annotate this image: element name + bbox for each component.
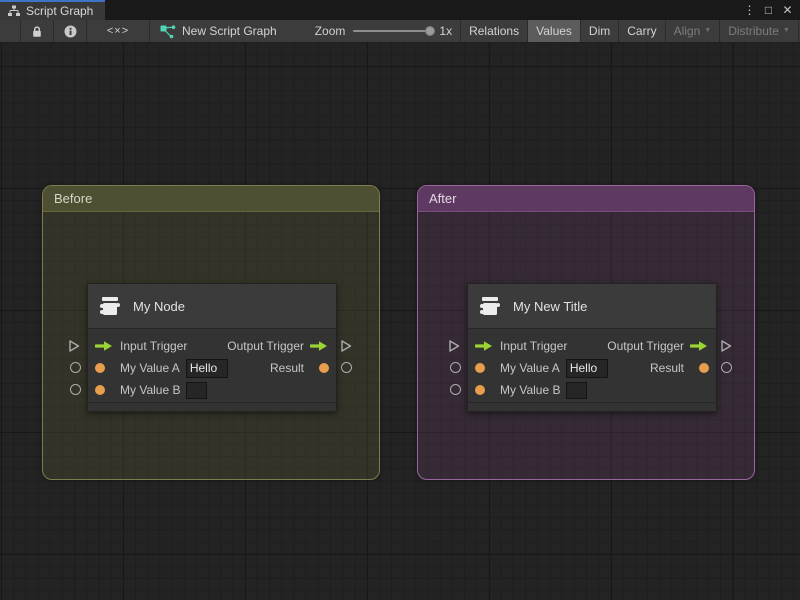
node-after-title: My New Title — [513, 298, 588, 314]
before-output-flow-port-triangle[interactable] — [340, 339, 353, 353]
port-label: Output Trigger — [227, 339, 304, 353]
port-row: My Value A Result — [468, 357, 716, 379]
graph-asset-button[interactable]: New Script Graph — [150, 20, 287, 42]
script-graph-icon — [160, 24, 176, 38]
script-graph-window: Script Graph ⋮ □ ✕ <×> New Script Graph … — [0, 0, 800, 600]
graph-hierarchy-icon — [8, 5, 20, 16]
toolbar-button-dim[interactable]: Dim — [579, 20, 618, 42]
value-port-dot-icon[interactable] — [475, 363, 494, 373]
group-before-header[interactable]: Before — [43, 186, 379, 212]
zoom-value: 1x — [439, 24, 453, 38]
value-port-dot-icon[interactable] — [95, 385, 114, 395]
port-row: My Value B — [468, 379, 716, 401]
tab-bar: Script Graph ⋮ □ ✕ — [0, 0, 800, 20]
group-before-title: Before — [54, 191, 93, 206]
toolbar-button-values[interactable]: Values — [527, 20, 580, 42]
toolbar-button-relations[interactable]: Relations — [460, 20, 527, 42]
after-output-flow-port-triangle[interactable] — [720, 339, 733, 353]
zoom-label: Zoom — [314, 24, 346, 38]
value-port-dot-icon[interactable] — [690, 363, 709, 373]
value-b-input[interactable] — [566, 381, 588, 399]
zoom-control: Zoom 1x — [315, 24, 452, 38]
code-view-button[interactable]: <×> — [87, 20, 149, 42]
button-label: Values — [536, 24, 572, 38]
close-icon[interactable]: ✕ — [780, 3, 795, 17]
value-b-input[interactable] — [186, 381, 208, 399]
port-label: My Value A — [120, 361, 180, 375]
port-row: Input Trigger Output Trigger — [88, 335, 336, 357]
node-before-title: My Node — [133, 298, 186, 314]
value-a-input[interactable] — [565, 358, 608, 378]
tab-script-graph[interactable]: Script Graph — [0, 0, 106, 20]
port-row: My Value A Result — [88, 357, 336, 379]
output-trigger-arrow-icon[interactable] — [310, 340, 329, 352]
graph-toolbar: <×> New Script Graph Zoom 1x Relations V… — [0, 20, 800, 43]
port-label: My Value A — [500, 361, 560, 375]
window-controls: ⋮ □ ✕ — [742, 0, 800, 20]
info-icon — [64, 25, 76, 37]
before-value-a-port-circle[interactable] — [70, 362, 81, 373]
zoom-slider[interactable] — [353, 26, 436, 36]
before-result-port-circle[interactable] — [341, 362, 352, 373]
before-input-flow-port-triangle[interactable] — [68, 339, 81, 353]
toolbar-button-distribute[interactable]: Distribute ▼ — [719, 20, 798, 42]
lock-button[interactable] — [21, 20, 53, 42]
port-label: Output Trigger — [607, 339, 684, 353]
button-label: Carry — [627, 24, 657, 38]
input-trigger-arrow-icon[interactable] — [475, 340, 494, 352]
port-label: Input Trigger — [500, 339, 568, 353]
node-footer — [468, 402, 716, 411]
after-value-b-port-circle[interactable] — [450, 384, 461, 395]
after-value-a-port-circle[interactable] — [450, 362, 461, 373]
zoom-slider-handle[interactable] — [425, 26, 436, 36]
toolbar-button-carry[interactable]: Carry — [618, 20, 664, 42]
unit-node-icon — [100, 297, 120, 315]
code-icon: <×> — [106, 25, 130, 37]
value-port-dot-icon[interactable] — [95, 363, 114, 373]
toolbar-button-align[interactable]: Align ▼ — [664, 20, 720, 42]
port-label: My Value B — [120, 383, 181, 397]
button-label: Dim — [588, 24, 611, 38]
toolbar-toggle-group: Relations Values Dim Carry Align ▼ Distr… — [460, 20, 800, 42]
maximize-icon[interactable]: □ — [761, 3, 776, 17]
node-before[interactable]: My Node Input Trigger Output Trigger My … — [87, 283, 337, 412]
input-trigger-arrow-icon[interactable] — [95, 340, 114, 352]
lock-icon — [33, 25, 41, 37]
port-label: Result — [269, 361, 304, 375]
node-before-ports: Input Trigger Output Trigger My Value A — [88, 329, 336, 401]
graph-canvas[interactable]: Before After My Node Input Trigger Outpu… — [0, 43, 800, 600]
button-label: Distribute — [728, 24, 779, 38]
port-label: My Value B — [500, 383, 561, 397]
node-before-header[interactable]: My Node — [88, 284, 336, 329]
before-value-b-port-circle[interactable] — [70, 384, 81, 395]
port-row: My Value B — [88, 379, 336, 401]
info-button[interactable] — [54, 20, 86, 42]
button-label: Relations — [469, 24, 520, 38]
port-row: Input Trigger Output Trigger — [468, 335, 716, 357]
port-label: Input Trigger — [120, 339, 188, 353]
node-after-ports: Input Trigger Output Trigger My Value A — [468, 329, 716, 401]
unit-node-icon — [480, 297, 500, 315]
node-footer — [88, 402, 336, 411]
value-a-input[interactable] — [185, 358, 228, 378]
window-menu-icon[interactable]: ⋮ — [742, 3, 757, 17]
output-trigger-arrow-icon[interactable] — [690, 340, 709, 352]
dropdown-arrow-icon: ▼ — [782, 27, 790, 34]
node-after[interactable]: My New Title Input Trigger Output Trigge… — [467, 283, 717, 412]
graph-name-label: New Script Graph — [182, 24, 277, 38]
node-after-header[interactable]: My New Title — [468, 284, 716, 329]
port-label: Result — [649, 361, 684, 375]
after-result-port-circle[interactable] — [721, 362, 732, 373]
after-input-flow-port-triangle[interactable] — [448, 339, 461, 353]
value-port-dot-icon[interactable] — [475, 385, 494, 395]
group-after-title: After — [429, 191, 457, 206]
value-port-dot-icon[interactable] — [310, 363, 329, 373]
button-label: Align — [673, 24, 701, 38]
tab-title: Script Graph — [26, 4, 94, 18]
group-after-header[interactable]: After — [418, 186, 754, 212]
dropdown-arrow-icon: ▼ — [704, 27, 712, 34]
